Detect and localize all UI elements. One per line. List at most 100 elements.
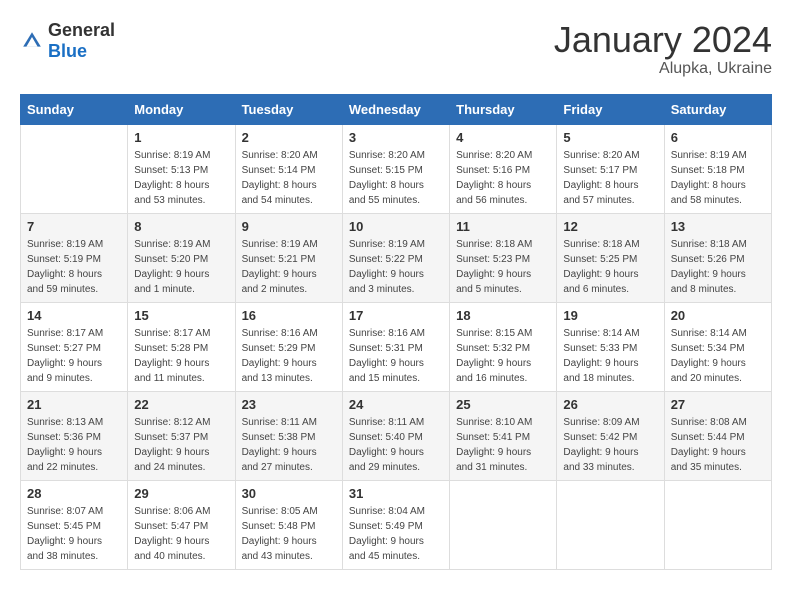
day-info: Sunrise: 8:20 AMSunset: 5:14 PMDaylight:… xyxy=(242,148,336,208)
day-number: 4 xyxy=(456,130,550,145)
day-info: Sunrise: 8:20 AMSunset: 5:17 PMDaylight:… xyxy=(563,148,657,208)
calendar-header-monday: Monday xyxy=(128,94,235,124)
day-number: 9 xyxy=(242,219,336,234)
calendar-cell: 13 Sunrise: 8:18 AMSunset: 5:26 PMDayligh… xyxy=(664,213,771,302)
calendar-cell: 11 Sunrise: 8:18 AMSunset: 5:23 PMDayligh… xyxy=(450,213,557,302)
day-number: 1 xyxy=(134,130,228,145)
calendar-cell: 19Sunrise: 8:14 AMSunset: 5:33 PMDayligh… xyxy=(557,302,664,391)
day-number: 27 xyxy=(671,397,765,412)
day-info: Sunrise: 8:05 AMSunset: 5:48 PMDaylight:… xyxy=(242,504,336,564)
day-info: Sunrise: 8:19 AMSunset: 5:20 PMDaylight:… xyxy=(134,237,228,297)
day-info: Sunrise: 8:08 AMSunset: 5:44 PMDaylight:… xyxy=(671,415,765,475)
day-info: Sunrise: 8:16 AMSunset: 5:29 PMDaylight:… xyxy=(242,326,336,386)
calendar-cell: 10Sunrise: 8:19 AMSunset: 5:22 PMDayligh… xyxy=(342,213,449,302)
calendar-cell: 23 Sunrise: 8:11 AMSunset: 5:38 PMDayligh… xyxy=(235,391,342,480)
title-block: January 2024 Alupka, Ukraine xyxy=(554,20,772,78)
calendar-table: SundayMondayTuesdayWednesdayThursdayFrid… xyxy=(20,94,772,570)
calendar-cell: 16Sunrise: 8:16 AMSunset: 5:29 PMDayligh… xyxy=(235,302,342,391)
day-number: 3 xyxy=(349,130,443,145)
calendar-week-row: 14 Sunrise: 8:17 AMSunset: 5:27 PMDayligh… xyxy=(21,302,772,391)
logo-icon xyxy=(20,29,44,53)
calendar-cell: 27 Sunrise: 8:08 AMSunset: 5:44 PMDayligh… xyxy=(664,391,771,480)
calendar-cell: 22Sunrise: 8:12 AMSunset: 5:37 PMDayligh… xyxy=(128,391,235,480)
logo: General Blue xyxy=(20,20,115,62)
calendar-header-wednesday: Wednesday xyxy=(342,94,449,124)
day-info: Sunrise: 8:10 AMSunset: 5:41 PMDaylight:… xyxy=(456,415,550,475)
calendar-cell: 1 Sunrise: 8:19 AMSunset: 5:13 PMDaylight… xyxy=(128,124,235,213)
day-number: 31 xyxy=(349,486,443,501)
day-info: Sunrise: 8:14 AMSunset: 5:33 PMDaylight:… xyxy=(563,326,657,386)
calendar-cell: 9 Sunrise: 8:19 AMSunset: 5:21 PMDaylight… xyxy=(235,213,342,302)
day-number: 15 xyxy=(134,308,228,323)
day-info: Sunrise: 8:19 AMSunset: 5:18 PMDaylight:… xyxy=(671,148,765,208)
calendar-cell: 12 Sunrise: 8:18 AMSunset: 5:25 PMDayligh… xyxy=(557,213,664,302)
month-title: January 2024 xyxy=(554,20,772,60)
day-number: 6 xyxy=(671,130,765,145)
day-info: Sunrise: 8:11 AMSunset: 5:40 PMDaylight:… xyxy=(349,415,443,475)
calendar-cell: 7 Sunrise: 8:19 AMSunset: 5:19 PMDaylight… xyxy=(21,213,128,302)
day-number: 12 xyxy=(563,219,657,234)
day-number: 10 xyxy=(349,219,443,234)
calendar-cell xyxy=(450,480,557,569)
day-info: Sunrise: 8:04 AMSunset: 5:49 PMDaylight:… xyxy=(349,504,443,564)
calendar-week-row: 7 Sunrise: 8:19 AMSunset: 5:19 PMDaylight… xyxy=(21,213,772,302)
day-info: Sunrise: 8:18 AMSunset: 5:25 PMDaylight:… xyxy=(563,237,657,297)
day-number: 17 xyxy=(349,308,443,323)
day-number: 7 xyxy=(27,219,121,234)
day-info: Sunrise: 8:15 AMSunset: 5:32 PMDaylight:… xyxy=(456,326,550,386)
location-title: Alupka, Ukraine xyxy=(554,60,772,78)
calendar-cell xyxy=(21,124,128,213)
calendar-cell: 2 Sunrise: 8:20 AMSunset: 5:14 PMDaylight… xyxy=(235,124,342,213)
calendar-week-row: 1 Sunrise: 8:19 AMSunset: 5:13 PMDaylight… xyxy=(21,124,772,213)
day-number: 20 xyxy=(671,308,765,323)
day-number: 21 xyxy=(27,397,121,412)
day-number: 13 xyxy=(671,219,765,234)
logo-text-general: General xyxy=(48,20,115,40)
calendar-cell: 5Sunrise: 8:20 AMSunset: 5:17 PMDaylight… xyxy=(557,124,664,213)
day-info: Sunrise: 8:11 AMSunset: 5:38 PMDaylight:… xyxy=(242,415,336,475)
day-info: Sunrise: 8:19 AMSunset: 5:13 PMDaylight:… xyxy=(134,148,228,208)
day-number: 8 xyxy=(134,219,228,234)
calendar-cell: 30 Sunrise: 8:05 AMSunset: 5:48 PMDayligh… xyxy=(235,480,342,569)
calendar-cell: 24 Sunrise: 8:11 AMSunset: 5:40 PMDayligh… xyxy=(342,391,449,480)
day-info: Sunrise: 8:13 AMSunset: 5:36 PMDaylight:… xyxy=(27,415,121,475)
day-info: Sunrise: 8:14 AMSunset: 5:34 PMDaylight:… xyxy=(671,326,765,386)
day-number: 14 xyxy=(27,308,121,323)
day-info: Sunrise: 8:18 AMSunset: 5:23 PMDaylight:… xyxy=(456,237,550,297)
calendar-cell xyxy=(557,480,664,569)
calendar-cell: 20 Sunrise: 8:14 AMSunset: 5:34 PMDayligh… xyxy=(664,302,771,391)
calendar-cell: 28 Sunrise: 8:07 AMSunset: 5:45 PMDayligh… xyxy=(21,480,128,569)
calendar-cell xyxy=(664,480,771,569)
day-number: 2 xyxy=(242,130,336,145)
calendar-cell: 14 Sunrise: 8:17 AMSunset: 5:27 PMDayligh… xyxy=(21,302,128,391)
calendar-header-thursday: Thursday xyxy=(450,94,557,124)
calendar-cell: 18 Sunrise: 8:15 AMSunset: 5:32 PMDayligh… xyxy=(450,302,557,391)
day-info: Sunrise: 8:16 AMSunset: 5:31 PMDaylight:… xyxy=(349,326,443,386)
calendar-cell: 26Sunrise: 8:09 AMSunset: 5:42 PMDayligh… xyxy=(557,391,664,480)
day-info: Sunrise: 8:19 AMSunset: 5:19 PMDaylight:… xyxy=(27,237,121,297)
day-number: 23 xyxy=(242,397,336,412)
day-info: Sunrise: 8:20 AMSunset: 5:16 PMDaylight:… xyxy=(456,148,550,208)
calendar-header-sunday: Sunday xyxy=(21,94,128,124)
calendar-cell: 15Sunrise: 8:17 AMSunset: 5:28 PMDayligh… xyxy=(128,302,235,391)
calendar-cell: 21 Sunrise: 8:13 AMSunset: 5:36 PMDayligh… xyxy=(21,391,128,480)
calendar-cell: 6 Sunrise: 8:19 AMSunset: 5:18 PMDaylight… xyxy=(664,124,771,213)
day-number: 18 xyxy=(456,308,550,323)
calendar-week-row: 28 Sunrise: 8:07 AMSunset: 5:45 PMDayligh… xyxy=(21,480,772,569)
calendar-cell: 3 Sunrise: 8:20 AMSunset: 5:15 PMDaylight… xyxy=(342,124,449,213)
day-number: 28 xyxy=(27,486,121,501)
logo-text-blue: Blue xyxy=(48,41,87,61)
day-number: 26 xyxy=(563,397,657,412)
day-number: 30 xyxy=(242,486,336,501)
day-info: Sunrise: 8:07 AMSunset: 5:45 PMDaylight:… xyxy=(27,504,121,564)
day-number: 24 xyxy=(349,397,443,412)
day-info: Sunrise: 8:17 AMSunset: 5:27 PMDaylight:… xyxy=(27,326,121,386)
calendar-cell: 4 Sunrise: 8:20 AMSunset: 5:16 PMDaylight… xyxy=(450,124,557,213)
day-info: Sunrise: 8:18 AMSunset: 5:26 PMDaylight:… xyxy=(671,237,765,297)
calendar-cell: 17 Sunrise: 8:16 AMSunset: 5:31 PMDayligh… xyxy=(342,302,449,391)
calendar-cell: 8 Sunrise: 8:19 AMSunset: 5:20 PMDaylight… xyxy=(128,213,235,302)
calendar-cell: 31 Sunrise: 8:04 AMSunset: 5:49 PMDayligh… xyxy=(342,480,449,569)
day-info: Sunrise: 8:20 AMSunset: 5:15 PMDaylight:… xyxy=(349,148,443,208)
day-info: Sunrise: 8:19 AMSunset: 5:21 PMDaylight:… xyxy=(242,237,336,297)
day-number: 11 xyxy=(456,219,550,234)
